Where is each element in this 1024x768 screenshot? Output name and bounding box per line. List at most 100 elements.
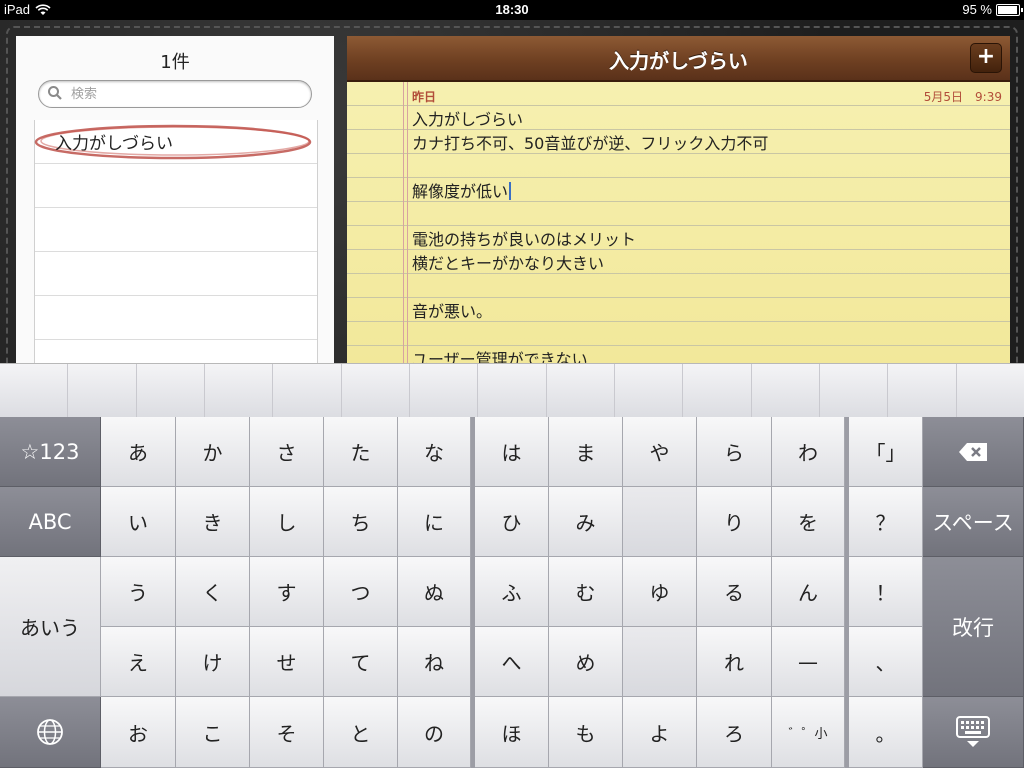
kana-key[interactable]: る [697,557,772,627]
candidate-cell[interactable] [615,364,684,417]
blank-key[interactable] [623,627,697,697]
kana-key[interactable]: ね [398,627,471,697]
return-key[interactable]: 改行 [923,557,1024,697]
kana-key[interactable]: み [549,487,623,557]
kana-key[interactable]: に [398,487,471,557]
kana-key[interactable]: れ [697,627,772,697]
kana-key[interactable]: す [250,557,324,627]
candidate-cell[interactable] [957,364,1024,417]
candidate-cell[interactable] [410,364,479,417]
kana-key[interactable]: う [101,557,176,627]
kana-key[interactable]: も [549,697,623,768]
kana-key[interactable]: ち [324,487,398,557]
space-key[interactable]: スペース [923,487,1024,557]
search-field[interactable] [38,80,312,108]
candidate-cell[interactable] [273,364,342,417]
note-title: 入力がしづらい [609,49,748,73]
candidate-cell[interactable] [342,364,410,417]
note-line: 音が悪い。 [412,302,493,321]
kana-key[interactable]: て [324,627,398,697]
kana-key[interactable]: け [176,627,250,697]
kana-key[interactable]: 、 [849,627,923,697]
symbols-mode-key[interactable]: ☆123 [0,417,101,487]
kana-key[interactable]: ん [772,557,845,627]
candidate-cell[interactable] [752,364,820,417]
kana-key[interactable]: む [549,557,623,627]
kana-key[interactable]: お [101,697,176,768]
kana-key[interactable]: ぬ [398,557,471,627]
kana-key[interactable]: 「」 [849,417,923,487]
keyboard-hide-icon [956,716,990,747]
kana-key[interactable]: た [324,417,398,487]
note-line: ユーザー管理ができない [412,350,588,364]
add-note-button[interactable]: + [970,43,1002,73]
kana-key[interactable]: を [772,487,845,557]
kana-key[interactable]: ふ [475,557,549,627]
candidate-bar [0,363,1024,418]
kana-key[interactable]: か [176,417,250,487]
kana-key[interactable]: は [475,417,549,487]
kana-key[interactable]: よ [623,697,697,768]
kana-key[interactable]: つ [324,557,398,627]
note-body[interactable]: 入力がしづらい カナ打ち不可、50音並びが逆、フリック入力不可 解像度が低い 電… [412,108,992,364]
candidate-cell[interactable] [68,364,137,417]
kana-key[interactable]: ？ [849,487,923,557]
note-line [412,204,992,228]
kana-key[interactable]: ほ [475,697,549,768]
backspace-key[interactable] [923,417,1024,487]
candidate-cell[interactable] [683,364,752,417]
kana-key[interactable]: そ [250,697,324,768]
kana-mode-key[interactable]: あいう [0,557,101,697]
kana-key[interactable]: く [176,557,250,627]
kana-key[interactable]: ろ [697,697,772,768]
list-item-label: 入力がしづらい [55,134,173,154]
kana-key[interactable]: い [101,487,176,557]
list-item[interactable]: 入力がしづらい [34,120,317,164]
kana-key[interactable]: わ [772,417,845,487]
kana-key[interactable]: ！ [849,557,923,627]
candidate-cell[interactable] [0,364,69,417]
notes-count: 1件 [160,52,190,73]
note-header: 入力がしづらい + [347,36,1010,82]
kana-key[interactable]: め [549,627,623,697]
hide-keyboard-key[interactable] [923,697,1024,768]
search-icon [48,86,62,100]
kana-key[interactable]: ゆ [623,557,697,627]
kana-key[interactable]: さ [250,417,324,487]
kana-key[interactable]: や [623,417,697,487]
kana-key[interactable]: せ [250,627,324,697]
abc-mode-key[interactable]: ABC [0,487,101,557]
kana-key[interactable]: り [697,487,772,557]
kana-key[interactable]: こ [176,697,250,768]
kana-key[interactable]: — [772,627,845,697]
note-paper[interactable]: 昨日 5月5日 9:39 入力がしづらい カナ打ち不可、50音並びが逆、フリック… [347,82,1010,364]
kana-key[interactable]: な [398,417,471,487]
kana-key[interactable]: の [398,697,471,768]
candidate-cell[interactable] [888,364,957,417]
candidate-cell[interactable] [478,364,547,417]
candidate-cell[interactable] [820,364,889,417]
note-datetime: 5月5日 9:39 [923,90,1002,104]
kana-key[interactable]: と [324,697,398,768]
search-input[interactable] [69,84,303,104]
candidate-cell[interactable] [547,364,615,417]
kana-key[interactable]: あ [101,417,176,487]
kana-key[interactable]: え [101,627,176,697]
kana-key[interactable]: ゛゜小 [772,697,845,768]
kana-key[interactable]: 。 [849,697,923,768]
candidate-cell[interactable] [137,364,205,417]
note-line: 解像度が低い [412,182,509,201]
candidate-cell[interactable] [205,364,274,417]
kana-key[interactable]: ひ [475,487,549,557]
kana-key[interactable]: し [250,487,324,557]
backspace-icon [959,442,987,461]
blank-key[interactable] [623,487,697,557]
kana-key[interactable]: へ [475,627,549,697]
note-line: 横だとキーがかなり大きい [412,254,605,273]
globe-key[interactable] [0,697,101,768]
margin-line [403,82,404,364]
status-time: 18:30 [495,2,529,17]
kana-key[interactable]: ら [697,417,772,487]
kana-key[interactable]: ま [549,417,623,487]
kana-key[interactable]: き [176,487,250,557]
